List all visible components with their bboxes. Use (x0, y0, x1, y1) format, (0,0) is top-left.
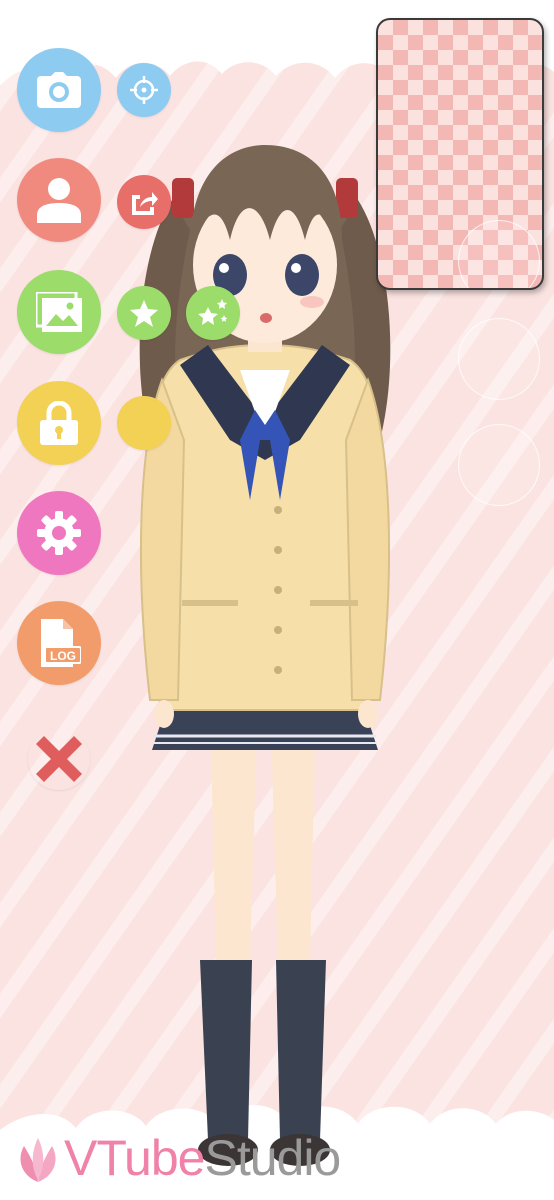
item-scene-button[interactable] (186, 286, 240, 340)
close-button[interactable] (28, 728, 90, 790)
item-button[interactable] (117, 286, 171, 340)
log-button[interactable]: LOG (17, 601, 101, 685)
preview-ghost-circle (458, 220, 540, 288)
stars-icon (198, 299, 228, 325)
camera-preview-panel[interactable] (376, 18, 544, 290)
lock-icon (40, 401, 78, 445)
gear-icon (37, 511, 81, 555)
camera-icon (37, 72, 81, 108)
settings-button[interactable] (17, 491, 101, 575)
log-label: LOG (50, 649, 76, 663)
crosshair-icon (130, 76, 158, 104)
image-icon (36, 292, 82, 332)
person-icon (37, 178, 81, 223)
ghost-circle-1 (458, 318, 540, 400)
logo-brand-secondary: Studio (204, 1130, 341, 1186)
tracking-button[interactable] (117, 63, 171, 117)
petal-logo-icon (20, 1138, 56, 1182)
lock-button[interactable] (17, 381, 101, 465)
vtube-studio-logo: VTubeStudio (12, 1128, 341, 1188)
model-export-button[interactable] (117, 175, 171, 229)
ghost-circle-2 (458, 424, 540, 506)
logo-wordmark: VTubeStudio (64, 1130, 341, 1186)
close-icon (36, 736, 82, 782)
model-button[interactable] (17, 158, 101, 242)
export-icon (132, 192, 158, 215)
log-icon: LOG (41, 619, 81, 667)
logo-brand-primary: VTube (64, 1130, 205, 1186)
background-button[interactable] (17, 270, 101, 354)
star-icon (130, 300, 158, 327)
lock-extra-button[interactable] (117, 396, 171, 450)
camera-button[interactable] (17, 48, 101, 132)
